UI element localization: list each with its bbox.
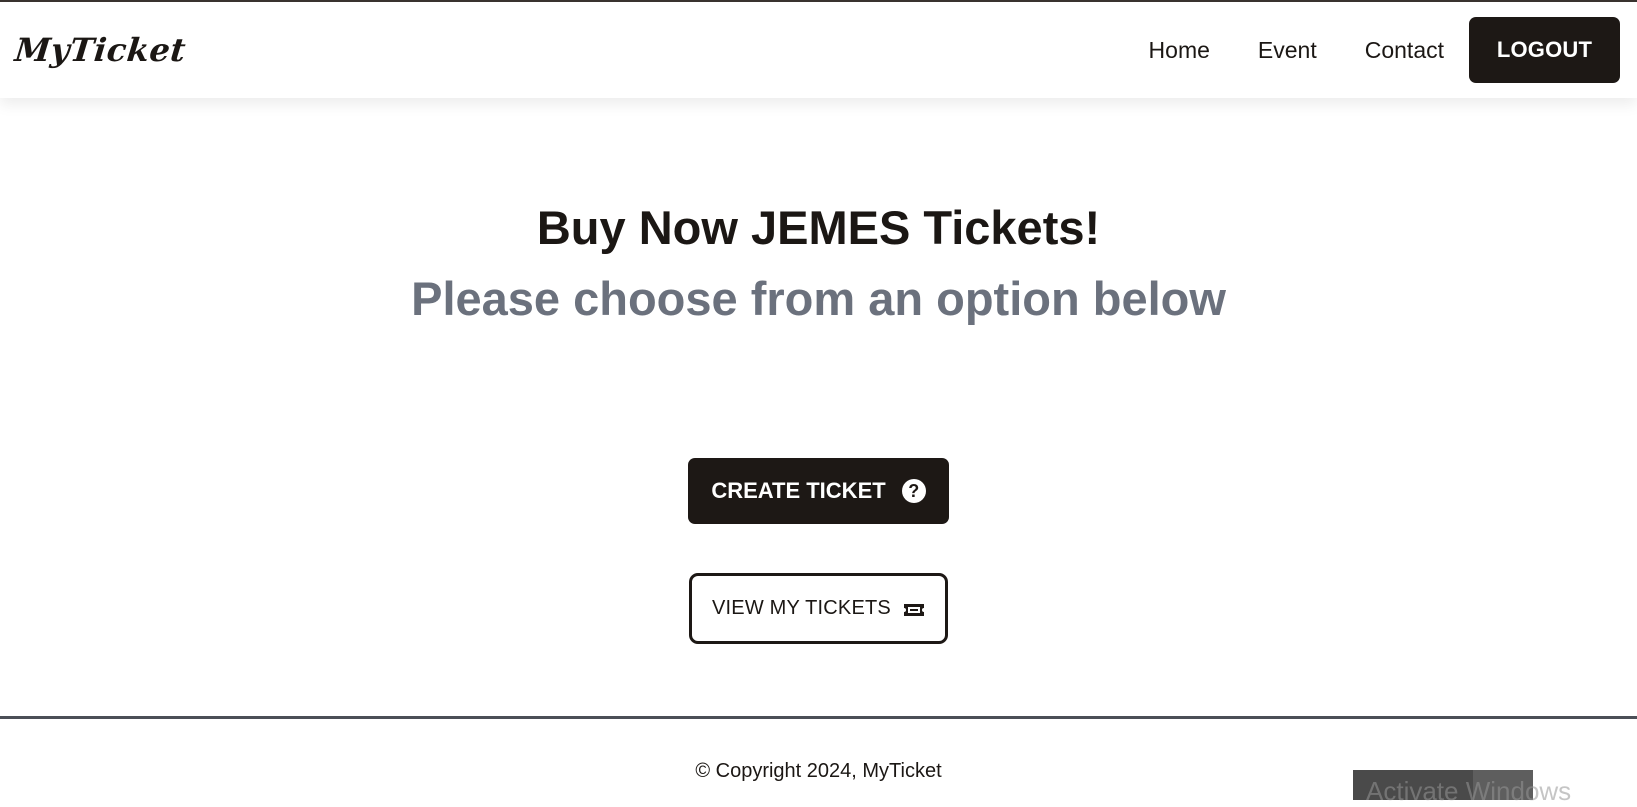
nav-link-contact[interactable]: Contact xyxy=(1365,37,1444,64)
ticket-icon xyxy=(903,601,925,617)
page-subtitle: Please choose from an option below xyxy=(411,272,1226,325)
create-ticket-label: CREATE TICKET xyxy=(711,478,886,503)
main-nav: Home Event Contact LOGOUT xyxy=(1149,17,1620,83)
action-buttons: CREATE TICKET ? VIEW MY TICKETS xyxy=(0,458,1637,644)
brand-logo[interactable]: MyTicket xyxy=(13,31,188,69)
windows-activation-text: Activate Windows xyxy=(1366,776,1572,806)
create-ticket-button[interactable]: CREATE TICKET ? xyxy=(688,458,949,524)
footer-divider xyxy=(0,716,1637,719)
nav-link-home[interactable]: Home xyxy=(1149,37,1210,64)
hero-section: Buy Now JEMES Tickets! Please choose fro… xyxy=(0,200,1637,327)
question-circle-icon: ? xyxy=(901,479,926,503)
logout-button[interactable]: LOGOUT xyxy=(1469,17,1620,83)
view-my-tickets-label: VIEW MY TICKETS xyxy=(712,597,891,619)
page-title: Buy Now JEMES Tickets! xyxy=(536,201,1101,254)
navbar: MyTicket Home Event Contact LOGOUT xyxy=(0,2,1637,98)
view-my-tickets-button[interactable]: VIEW MY TICKETS xyxy=(689,573,948,644)
nav-link-event[interactable]: Event xyxy=(1258,37,1317,64)
